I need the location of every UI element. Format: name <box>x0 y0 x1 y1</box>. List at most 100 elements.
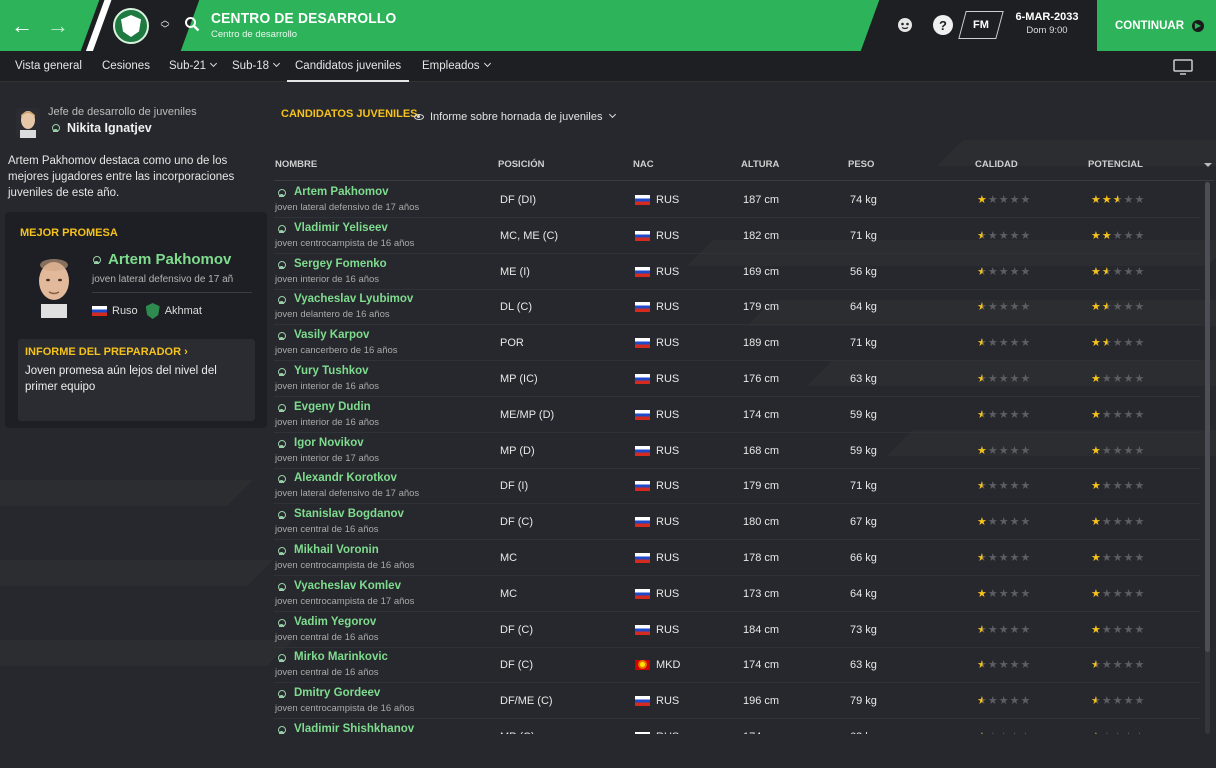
table-row[interactable]: Sergey Fomenko joven interior de 16 años M… <box>274 254 1200 290</box>
star-icon: ★ <box>987 623 999 635</box>
player-name[interactable]: Vladimir Yeliseev <box>294 222 388 234</box>
player-name[interactable]: Mirko Marinkovic <box>294 651 388 663</box>
player-height: 187 cm <box>743 194 780 206</box>
tab-sub-18[interactable]: Sub-18 <box>232 51 281 82</box>
player-name[interactable]: Mikhail Voronin <box>294 544 379 556</box>
table-row[interactable]: Vyacheslav Komlev joven centrocampista de… <box>274 576 1200 612</box>
best-prospect-name[interactable]: Artem Pakhomov <box>108 251 231 268</box>
player-position: MC <box>500 587 518 600</box>
table-row[interactable]: Mirko Marinkovic joven central de 16 años… <box>274 647 1200 684</box>
player-position: MC <box>500 552 518 564</box>
star-icon: ★ <box>977 731 988 734</box>
player-name[interactable]: Dmitry Gordeev <box>294 687 380 699</box>
table-row[interactable]: Vladimir Shishkhanov MP (C) RUS 174 cm 63 kg… <box>274 719 1200 734</box>
tab-cesiones[interactable]: Cesiones <box>102 51 150 82</box>
search-icon[interactable] <box>183 15 201 33</box>
scrollbar-thumb[interactable] <box>1205 182 1210 652</box>
column-header-potential[interactable]: POTENCIAL <box>1088 159 1143 170</box>
back-arrow-icon[interactable]: ← <box>4 0 40 51</box>
player-name[interactable]: Yury Tushkov <box>294 365 369 377</box>
russia-flag-icon <box>635 266 650 277</box>
russia-flag-icon <box>635 445 650 456</box>
player-name[interactable]: Igor Novikov <box>294 437 364 449</box>
table-row[interactable]: Igor Novikov joven interior de 17 años MP … <box>274 433 1200 469</box>
star-icon: ★ <box>1134 623 1146 635</box>
manager-name[interactable]: Nikita Ignatjev <box>67 121 152 135</box>
player-weight: 56 kg <box>850 265 877 278</box>
tab-candidatos-juveniles[interactable]: Candidatos juveniles <box>287 51 410 82</box>
best-prospect-avatar[interactable] <box>27 254 81 318</box>
potential-stars: ★★★★★ <box>1091 515 1161 527</box>
russia-flag-icon <box>635 624 650 635</box>
tab-vista-general[interactable]: Vista general <box>15 51 82 82</box>
player-weight: 64 kg <box>850 301 877 314</box>
screen-layout-icon[interactable] <box>1173 59 1193 80</box>
player-height: 178 cm <box>743 552 780 564</box>
column-header-position[interactable]: POSICIÓN <box>498 159 544 170</box>
star-icon: ★ <box>1020 265 1032 277</box>
player-name[interactable]: Sergey Fomenko <box>294 258 387 270</box>
club-crest-icon[interactable] <box>145 303 160 319</box>
table-row[interactable]: Evgeny Dudin joven interior de 16 años ME/… <box>274 397 1200 433</box>
player-name[interactable]: Vladimir Shishkhanov <box>294 723 414 734</box>
best-prospect-label: MEJOR PROMESA <box>20 227 118 239</box>
date-display[interactable]: 6-MAR-2033 Dom 9:00 <box>1004 8 1090 42</box>
player-nationality: RUS <box>656 695 680 708</box>
table-row[interactable]: Yury Tushkov joven interior de 16 años MP … <box>274 361 1200 397</box>
manager-avatar[interactable] <box>16 108 40 138</box>
star-icon: ★ <box>1020 659 1032 671</box>
player-name[interactable]: Alexandr Korotkov <box>294 472 397 484</box>
player-name[interactable]: Vadim Yegorov <box>294 616 376 628</box>
player-name[interactable]: Vyacheslav Lyubimov <box>294 293 413 305</box>
table-row[interactable]: Mikhail Voronin joven centrocampista de 1… <box>274 540 1200 576</box>
column-header-name[interactable]: NOMBRE <box>275 159 317 170</box>
sort-arrow-icon[interactable] <box>1204 163 1212 167</box>
quality-stars: ★★★★★ <box>977 229 1047 241</box>
fm-menu-button[interactable]: FM <box>958 11 1004 39</box>
player-name[interactable]: Evgeny Dudin <box>294 401 371 413</box>
table-row[interactable]: Artem Pakhomov joven lateral defensivo de… <box>274 182 1200 218</box>
table-row[interactable]: Dmitry Gordeev joven centrocampista de 16… <box>274 683 1200 720</box>
player-name[interactable]: Artem Pakhomov <box>294 186 389 198</box>
chevron-down-icon <box>483 59 491 68</box>
player-weight: 63 kg <box>850 659 877 672</box>
star-icon: ★ <box>1091 587 1102 599</box>
player-position: ME (I) <box>500 265 530 278</box>
table-row[interactable]: Vyacheslav Lyubimov joven delantero de 16… <box>274 289 1200 326</box>
club-crest-icon[interactable] <box>113 8 149 44</box>
player-height: 182 cm <box>743 229 780 242</box>
russia-flag-icon <box>635 374 650 384</box>
social-feed-icon[interactable] <box>895 15 915 35</box>
player-name[interactable]: Vyacheslav Komlev <box>294 580 401 592</box>
table-row[interactable]: Vadim Yegorov joven central de 16 años DF … <box>274 612 1200 648</box>
intake-report-dropdown[interactable]: Informe sobre hornada de juveniles <box>414 110 617 123</box>
column-header-weight[interactable]: PESO <box>848 159 874 170</box>
star-icon: ★ <box>1091 444 1102 456</box>
tab-sub-21[interactable]: Sub-21 <box>169 51 218 82</box>
scout-report-link[interactable]: INFORME DEL PREPARADOR › <box>25 346 188 358</box>
column-header-nat[interactable]: NAC <box>633 159 654 170</box>
switch-club-chevrons-icon[interactable]: ︿ ﹀ <box>158 14 172 36</box>
player-name[interactable]: Stanislav Bogdanov <box>294 508 404 520</box>
tab-empleados[interactable]: Empleados <box>422 51 491 82</box>
star-icon: ★ <box>1091 301 1102 313</box>
continue-button[interactable]: CONTINUAR ▶ <box>1097 0 1216 51</box>
player-name[interactable]: Vasily Karpov <box>294 329 369 341</box>
star-icon: ★ <box>1091 373 1102 384</box>
column-header-height[interactable]: ALTURA <box>741 159 779 170</box>
player-height: 173 cm <box>743 587 780 600</box>
table-row[interactable]: Alexandr Korotkov joven lateral defensivo… <box>274 468 1200 505</box>
star-icon: ★ <box>977 265 988 277</box>
table-row[interactable]: Vladimir Yeliseev joven centrocampista de… <box>274 218 1200 254</box>
star-icon: ★ <box>1009 587 1021 599</box>
forward-arrow-icon[interactable]: → <box>40 0 76 51</box>
best-prospect-club[interactable]: Akhmat <box>165 305 202 317</box>
player-nationality: RUS <box>656 731 679 734</box>
table-row[interactable]: Stanislav Bogdanov joven central de 16 añ… <box>274 504 1200 541</box>
star-icon: ★ <box>1112 229 1124 241</box>
table-row[interactable]: Vasily Karpov joven cancerbero de 16 años… <box>274 325 1200 362</box>
star-icon: ★ <box>1101 587 1113 599</box>
quality-stars: ★★★★★ <box>977 623 1047 635</box>
help-icon[interactable]: ? <box>933 15 953 35</box>
column-header-quality[interactable]: CALIDAD <box>975 159 1018 170</box>
